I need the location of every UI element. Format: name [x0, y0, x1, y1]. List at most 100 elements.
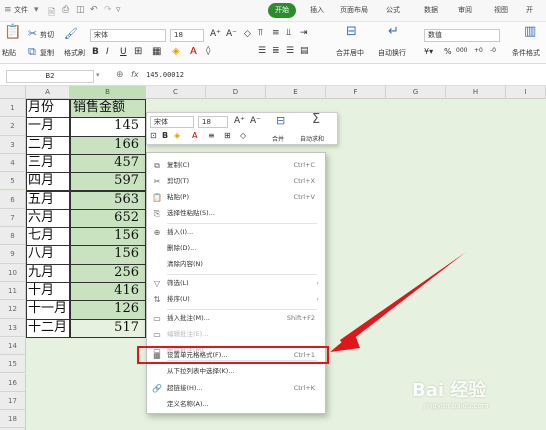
header-cell-month[interactable]: 月份	[26, 99, 70, 119]
align-center-icon[interactable]: ≣	[272, 46, 280, 56]
eraser-icon[interactable]: ◊	[206, 46, 210, 56]
menu-item-define-name[interactable]: 定义名称(A)...	[147, 397, 325, 412]
mini-clear-icon[interactable]: ◇	[240, 131, 246, 140]
cell-month[interactable]: 十一月	[26, 300, 70, 320]
name-box-dropdown-icon[interactable]: ▾	[96, 71, 100, 79]
hamburger-icon[interactable]: ≡	[4, 5, 12, 15]
copy-icon[interactable]: ⧉	[28, 46, 36, 58]
cut-button[interactable]: 剪切	[40, 30, 54, 40]
menu-item-cut[interactable]: ✂ 剪切(T) Ctrl+X	[147, 174, 325, 189]
zoom-icon[interactable]: ⊕	[116, 70, 124, 80]
column-header[interactable]: F	[326, 86, 386, 99]
row-header[interactable]: 7	[0, 208, 26, 228]
save-icon[interactable]: 🗎	[48, 5, 55, 21]
row-header[interactable]: 6	[0, 190, 26, 209]
row-header[interactable]: 1	[0, 99, 26, 118]
column-header[interactable]: H	[446, 86, 506, 99]
menu-file[interactable]: 文件	[14, 5, 28, 15]
currency-icon[interactable]: ¥▾	[424, 47, 433, 56]
menu-item-copy[interactable]: ⧉ 复制(C) Ctrl+C	[147, 158, 325, 173]
merge-center-icon[interactable]: ⊟	[346, 25, 357, 38]
menu-item-paste-special[interactable]: ⎘ 选择性粘贴(S)...	[147, 206, 325, 221]
sum-icon[interactable]: Σ	[312, 112, 320, 127]
mini-autosum-button[interactable]: 自动求和	[300, 134, 324, 143]
cell-month[interactable]: 十月	[26, 282, 70, 302]
cell-sales[interactable]: 652	[70, 208, 146, 229]
italic-button[interactable]: I	[106, 47, 109, 57]
row-header[interactable]: 8	[0, 227, 26, 246]
menu-item-filter[interactable]: ▽ 筛选(L) ›	[147, 276, 325, 291]
align-bottom-icon[interactable]: ⫫	[286, 28, 291, 38]
menu-item-clear[interactable]: 清除内容(N)	[147, 257, 325, 272]
column-header[interactable]: C	[146, 86, 206, 99]
row-header[interactable]: 12	[0, 300, 26, 319]
merge-center-button[interactable]: 合并居中	[336, 48, 364, 58]
mini-grow-font-button[interactable]: A⁺	[234, 116, 245, 126]
column-header[interactable]: B	[70, 86, 146, 99]
row-header[interactable]: 13	[0, 318, 26, 337]
cell-month[interactable]: 四月	[26, 172, 70, 192]
increase-decimal-button[interactable]: +0	[474, 47, 483, 54]
wrap-text-icon[interactable]: ↵	[388, 25, 399, 38]
column-header[interactable]: E	[266, 86, 326, 99]
cell-sales[interactable]: 416	[70, 282, 146, 302]
tab-view[interactable]: 视图	[494, 5, 508, 15]
row-header[interactable]: 16	[0, 373, 26, 392]
tab-more[interactable]: 开	[526, 5, 533, 15]
dropdown-icon[interactable]: ▾	[34, 5, 39, 15]
mini-format-painter-icon[interactable]: ⊡	[150, 131, 157, 140]
cell-sales[interactable]: 156	[70, 227, 146, 247]
cell-sales[interactable]: 166	[70, 135, 146, 155]
mini-font-color-icon[interactable]: A	[192, 131, 197, 140]
print-preview-icon[interactable]: ◫	[76, 5, 85, 15]
row-header[interactable]: 10	[0, 263, 26, 282]
row-header[interactable]: 18	[0, 410, 26, 429]
column-header[interactable]: A	[26, 86, 70, 99]
cut-icon[interactable]: ✂	[28, 28, 37, 40]
shrink-font-button[interactable]: A⁻	[226, 29, 237, 39]
mini-merge-icon[interactable]: ⊟	[276, 115, 285, 127]
cell-sales[interactable]: 563	[70, 190, 146, 210]
row-header[interactable]: 15	[0, 355, 26, 374]
menu-item-paste[interactable]: 📋 粘贴(P) Ctrl+V	[147, 190, 325, 205]
function-icon[interactable]: fx	[131, 70, 139, 79]
tab-formulas[interactable]: 公式	[386, 5, 400, 15]
menu-item-sort[interactable]: ⇅ 排序(U) ›	[147, 292, 325, 307]
menu-item-insert[interactable]: ⊕ 插入(I)...	[147, 225, 325, 240]
select-all-corner[interactable]	[0, 86, 26, 99]
cell-month[interactable]: 三月	[26, 153, 70, 174]
menu-item-insert-comment[interactable]: ▭ 插入批注(M)... Shift+F2	[147, 311, 325, 326]
quick-access-dropdown-icon[interactable]: ▿	[116, 5, 121, 15]
mini-bold-button[interactable]: B	[162, 131, 168, 140]
paste-button[interactable]: 粘贴	[2, 48, 16, 58]
mini-font-select[interactable]: 宋体	[150, 116, 194, 128]
tab-review[interactable]: 审阅	[458, 5, 472, 15]
cell-sales[interactable]: 457	[70, 153, 146, 174]
font-size-select[interactable]: 18	[170, 29, 204, 42]
grow-font-button[interactable]: A⁺	[210, 29, 221, 39]
menu-item-hyperlink[interactable]: 🔗 超链接(H)... Ctrl+K	[147, 381, 325, 396]
number-format-select[interactable]: 数值	[424, 29, 500, 42]
mini-borders-icon[interactable]: ⊞	[224, 131, 231, 140]
cell-sales[interactable]: 256	[70, 263, 146, 283]
cell-month[interactable]: 二月	[26, 135, 70, 155]
copy-button[interactable]: 复制	[40, 48, 54, 58]
cell-month[interactable]: 五月	[26, 190, 70, 210]
conditional-format-icon[interactable]: ▥	[524, 25, 536, 38]
cell-sales[interactable]: 517	[70, 318, 146, 338]
column-header[interactable]: G	[386, 86, 446, 99]
header-cell-sales[interactable]: 销售金额	[70, 99, 146, 119]
font-name-select[interactable]: 宋体	[90, 29, 166, 42]
indent-icon[interactable]: ⇥	[300, 28, 308, 38]
format-painter-button[interactable]: 格式刷	[64, 48, 85, 58]
mini-size-select[interactable]: 18	[198, 116, 228, 128]
wrap-text-button[interactable]: 自动换行	[378, 48, 406, 58]
cell-month[interactable]: 八月	[26, 245, 70, 265]
cell-month[interactable]: 一月	[26, 117, 70, 137]
fill-color-icon[interactable]: ◈	[172, 46, 180, 57]
redo-icon[interactable]: ↷	[104, 5, 112, 15]
tab-insert[interactable]: 插入	[310, 5, 324, 15]
conditional-format-button[interactable]: 条件格式	[512, 48, 540, 58]
menu-item-delete[interactable]: 删除(D)...	[147, 241, 325, 256]
align-left-icon[interactable]: ☰	[258, 46, 266, 56]
